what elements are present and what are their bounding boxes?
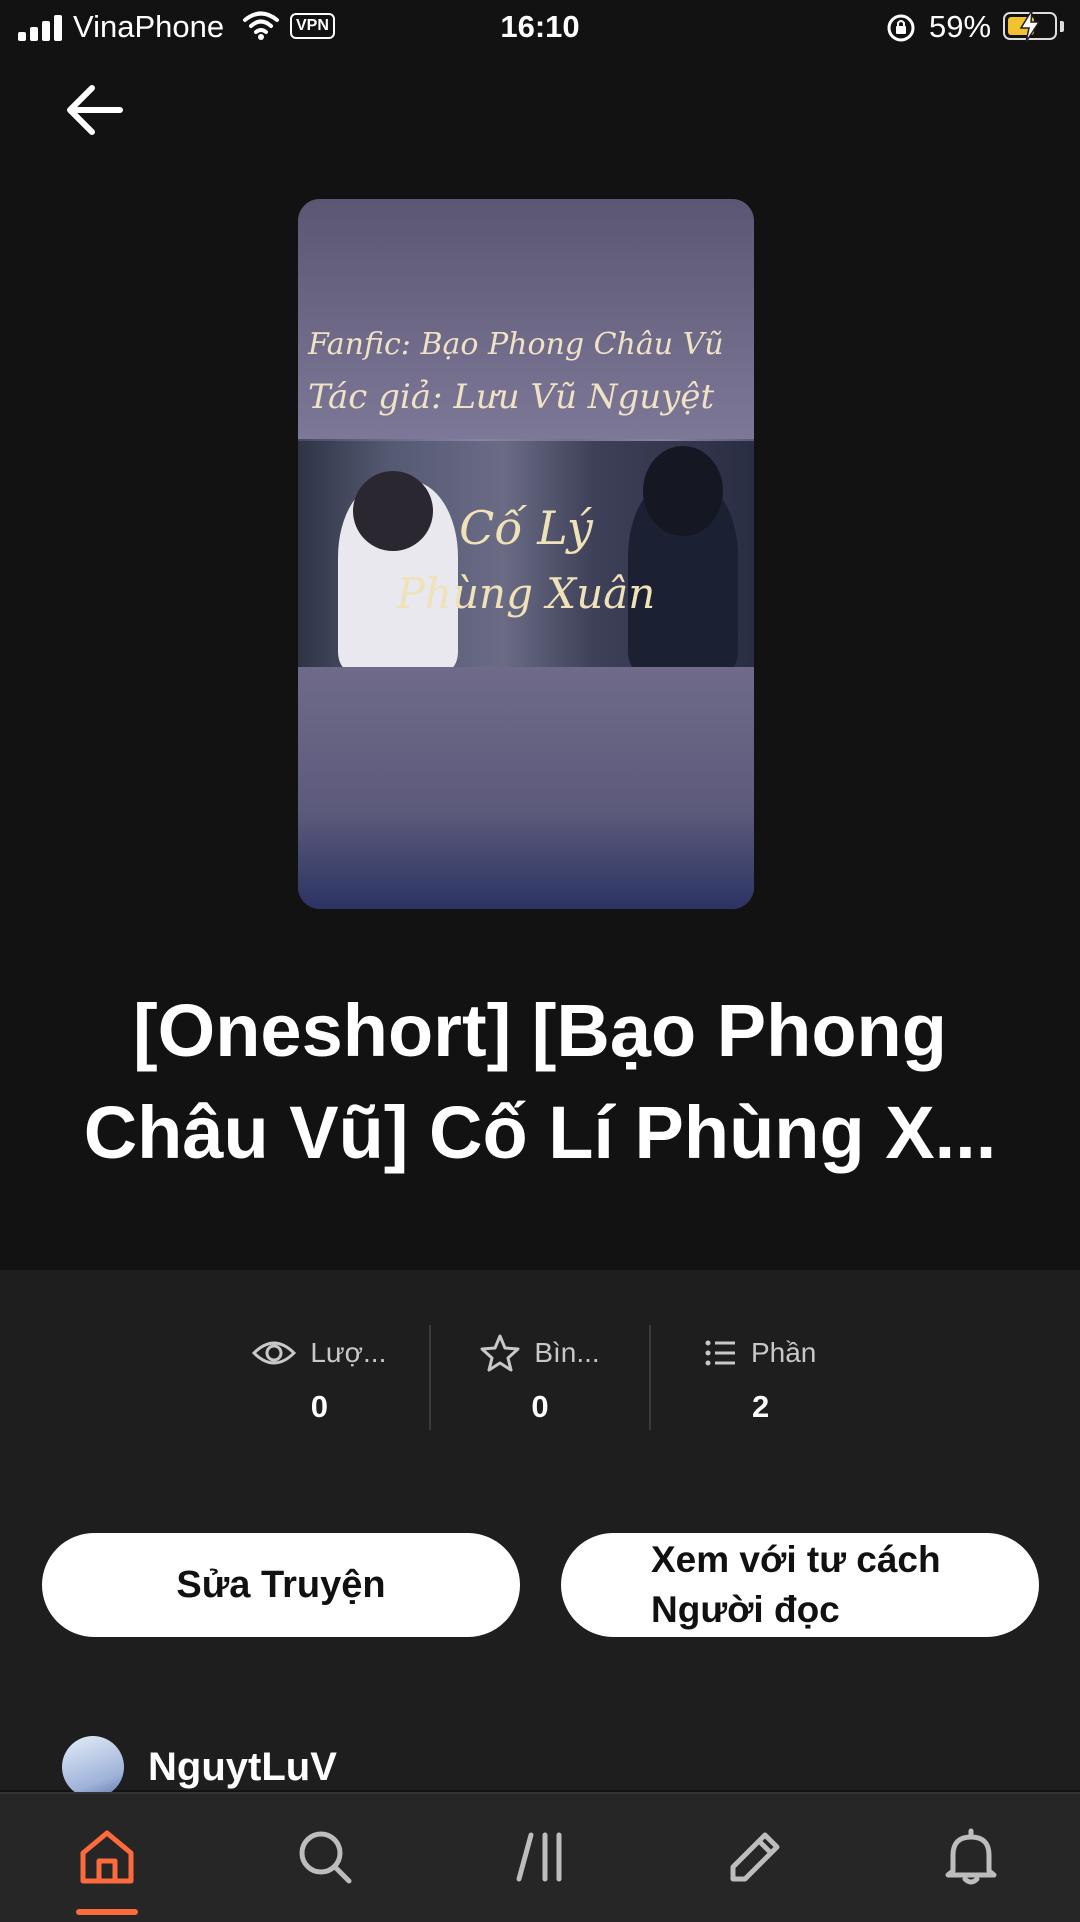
stat-votes: Bìn... 0 <box>428 1325 650 1430</box>
bell-icon[interactable] <box>936 1822 1006 1892</box>
eye-icon <box>252 1341 297 1365</box>
write-icon[interactable] <box>720 1822 790 1892</box>
stat-parts-value: 2 <box>752 1389 770 1424</box>
view-as-reader-line1: Xem với tư cách <box>651 1539 941 1580</box>
stat-reads: Lượ... 0 <box>210 1325 429 1430</box>
author-row[interactable]: NguytLuV <box>62 1736 337 1798</box>
rotation-lock-icon <box>887 14 915 42</box>
stat-votes-value: 0 <box>531 1389 549 1424</box>
library-icon[interactable] <box>506 1822 576 1892</box>
home-icon[interactable] <box>72 1822 142 1892</box>
view-as-reader-line2: Người đọc <box>651 1589 840 1630</box>
battery-percent: 59% <box>929 9 992 44</box>
avatar <box>62 1736 124 1798</box>
stat-reads-value: 0 <box>310 1389 328 1424</box>
stat-votes-label: Bìn... <box>534 1337 600 1368</box>
story-title-line2: Châu Vũ] Cố Lí Phùng X... <box>83 1091 997 1174</box>
charging-bolt-icon <box>1019 9 1041 43</box>
status-bar: VinaPhone VPN 16:10 59% <box>0 0 1080 56</box>
back-arrow-icon[interactable] <box>60 78 130 142</box>
author-name: NguytLuV <box>148 1744 337 1789</box>
cover-title-line2: Phùng Xuân <box>396 569 656 618</box>
active-tab-indicator <box>76 1909 138 1915</box>
search-icon[interactable] <box>290 1822 360 1892</box>
cover-subtitle-line2: Tác giả: Lưu Vũ Nguyệt <box>308 377 715 417</box>
story-cover: Fanfic: Bạo Phong Châu Vũ Tác giả: Lưu V… <box>298 199 754 909</box>
cover-subtitle-line1: Fanfic: Bạo Phong Châu Vũ <box>308 327 724 362</box>
stat-parts-label: Phần <box>750 1337 817 1368</box>
stat-parts: Phần 2 <box>649 1325 870 1430</box>
stat-reads-label: Lượ... <box>310 1337 387 1368</box>
cover-title-line1: Cố Lý <box>459 501 593 555</box>
story-title: [Oneshort] [Bạo Phong Châu Vũ] Cố Lí Phù… <box>40 980 1040 1184</box>
bottom-nav <box>0 1792 1080 1922</box>
edit-story-button[interactable]: Sửa Truyện <box>42 1533 520 1637</box>
story-title-line1: [Oneshort] [Bạo Phong <box>133 989 947 1072</box>
star-icon <box>480 1334 520 1372</box>
view-as-reader-button[interactable]: Xem với tư cách Người đọc <box>561 1533 1039 1637</box>
clock: 16:10 <box>500 9 580 44</box>
list-icon <box>705 1340 735 1366</box>
story-stats: Lượ... 0 Bìn... 0 Phần 2 <box>210 1325 870 1430</box>
battery-cap <box>1060 21 1064 32</box>
